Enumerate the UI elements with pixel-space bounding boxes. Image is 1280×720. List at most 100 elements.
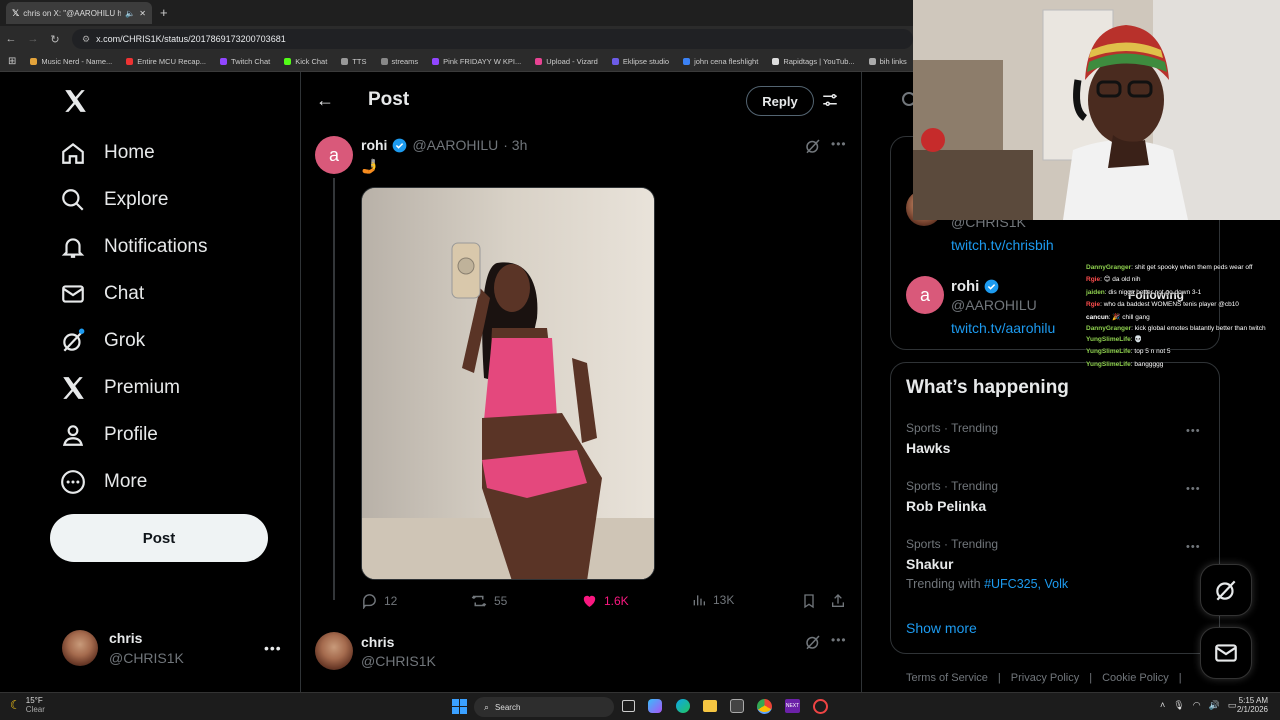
reply-more-icon[interactable]: ••• (831, 633, 847, 647)
person-name[interactable]: rohi (951, 278, 979, 295)
chrome-icon[interactable] (757, 699, 772, 714)
site-info-icon[interactable]: ⚙ (82, 34, 90, 45)
nav-profile[interactable]: Profile (60, 417, 158, 453)
bookmark-item[interactable]: streams (380, 57, 418, 66)
author-avatar[interactable]: a (315, 136, 353, 174)
reply-author-name[interactable]: chris (361, 634, 394, 650)
app-icon[interactable] (813, 699, 828, 714)
views-stat[interactable]: 13K (691, 592, 734, 608)
bookmark-item[interactable]: Rapidtags | YouTub... (772, 57, 855, 66)
address-bar[interactable]: ⚙ x.com/CHRIS1K/status/20178691732007036… (72, 29, 913, 49)
speaker-icon[interactable]: 🔈 (125, 9, 135, 18)
forward-icon[interactable]: → (22, 33, 44, 45)
copilot-icon[interactable] (648, 699, 662, 713)
wifi-icon[interactable]: ◠ (1193, 700, 1201, 711)
person-bio-link[interactable]: twitch.tv/aarohilu (951, 320, 1055, 336)
chevron-up-icon[interactable]: ˄ (1160, 700, 1165, 711)
trend-name[interactable]: Shakur (906, 556, 953, 572)
nav-premium[interactable]: Premium (60, 370, 180, 406)
trend-more-icon[interactable]: ••• (1186, 483, 1201, 495)
person-handle[interactable]: @AAROHILU (951, 297, 1037, 313)
app-icon[interactable]: NEXT (785, 699, 800, 713)
weather-widget[interactable]: ☾ 15°F Clear (10, 696, 45, 714)
bookmark-item[interactable]: Entire MCU Recap... (126, 57, 206, 66)
mail-icon (1215, 644, 1237, 662)
home-icon (62, 142, 84, 164)
avatar[interactable] (62, 630, 98, 666)
reply-author-handle[interactable]: @CHRIS1K (361, 653, 436, 669)
trend-more-icon[interactable]: ••• (1186, 425, 1201, 437)
nav-home[interactable]: Home (60, 135, 155, 171)
bookmark-item[interactable]: Kick Chat (284, 57, 327, 66)
cookie-link[interactable]: Cookie Policy (1102, 672, 1169, 684)
nav-more[interactable]: More (60, 464, 147, 500)
bookmark-item[interactable]: Music Nerd - Name... (30, 57, 112, 66)
like-stat[interactable]: 1.6K (581, 592, 629, 609)
weather-temp: 15°F (25, 696, 43, 705)
bookmark-item[interactable]: john cena fleshlight (683, 57, 758, 66)
new-tab-button[interactable]: + (160, 5, 168, 20)
task-view-icon[interactable] (622, 700, 635, 712)
system-tray[interactable]: ˄ 🎙 ◠ 🔊 ▭ (1160, 700, 1236, 711)
grok-icon[interactable] (804, 633, 822, 651)
person-bio-link[interactable]: twitch.tv/chrisbih (951, 237, 1054, 253)
privacy-link[interactable]: Privacy Policy (1011, 672, 1079, 684)
account-more-icon[interactable]: ••• (264, 640, 282, 656)
reload-icon[interactable]: ↻ (44, 33, 66, 46)
browser-tab[interactable]: 𝕏 chris on X: "@AAROHILU h 🔈 ✕ (6, 2, 152, 24)
bookmark-item[interactable]: bih links (868, 57, 907, 66)
post-button[interactable]: Post (50, 514, 268, 562)
reply-stat[interactable]: 12 (361, 592, 397, 609)
photo-figure (362, 188, 654, 579)
bell-icon (61, 238, 85, 258)
nav-notifications[interactable]: Notifications (60, 229, 208, 265)
nav-explore[interactable]: Explore (60, 182, 168, 218)
filter-sliders-icon[interactable] (821, 91, 839, 109)
post-time[interactable]: · 3h (503, 137, 527, 153)
x-logo-icon[interactable] (62, 88, 88, 114)
reply-avatar[interactable] (315, 632, 353, 670)
bookmark-item[interactable]: TTS (341, 57, 367, 66)
bookmark-item[interactable]: Eklipse studio (611, 57, 669, 66)
grok-fab[interactable] (1200, 564, 1252, 616)
edge-icon[interactable] (676, 699, 690, 713)
post-author-row: rohi @AAROHILU · 3h (361, 137, 527, 153)
messages-fab[interactable] (1200, 627, 1252, 679)
post-image[interactable] (361, 187, 655, 580)
mic-icon[interactable]: 🎙 (1173, 700, 1184, 711)
trend-name[interactable]: Hawks (906, 440, 950, 456)
grok-icon[interactable] (804, 137, 822, 155)
bookmark-item[interactable]: Upload - Vizard (535, 57, 598, 66)
back-icon[interactable]: ← (0, 33, 22, 45)
analytics-icon (693, 595, 705, 606)
file-explorer-icon[interactable] (703, 700, 717, 712)
bookmark-item[interactable]: Pink FRIDAYY W KPI... (432, 57, 521, 66)
volume-icon[interactable]: 🔊 (1209, 700, 1220, 711)
trending-with-links[interactable]: #UFC325, Volk (984, 577, 1068, 591)
share-icon[interactable] (830, 593, 846, 609)
person-avatar[interactable]: a (906, 276, 944, 314)
terms-link[interactable]: Terms of Service (906, 672, 988, 684)
trend-name[interactable]: Rob Pelinka (906, 498, 986, 514)
start-button[interactable] (452, 699, 467, 714)
nav-grok[interactable]: Grok (60, 323, 145, 359)
bookmark-icon[interactable] (801, 593, 817, 609)
nav-chat[interactable]: Chat (60, 276, 144, 312)
back-arrow-icon[interactable]: ← (316, 90, 334, 111)
trend-more-icon[interactable]: ••• (1186, 541, 1201, 553)
repost-stat[interactable]: 55 (470, 592, 507, 610)
store-icon[interactable] (730, 699, 744, 713)
heart-icon (583, 595, 596, 607)
clock[interactable]: 5:15 AM 2/1/2026 (1236, 696, 1268, 714)
bookmark-item[interactable]: Twitch Chat (220, 57, 270, 66)
taskbar-search[interactable]: ⌕ Search (474, 697, 614, 717)
reply-button[interactable]: Reply (746, 86, 814, 116)
show-more-link[interactable]: Show more (906, 620, 977, 636)
apps-grid-icon[interactable]: ⊞ (8, 56, 16, 67)
author-name[interactable]: rohi (361, 137, 387, 153)
tab-close-icon[interactable]: ✕ (139, 9, 146, 18)
author-handle[interactable]: @AAROHILU (412, 137, 498, 153)
post-more-icon[interactable]: ••• (831, 137, 847, 151)
browser-toolbar: ← → ↻ ⚙ x.com/CHRIS1K/status/20178691732… (0, 26, 913, 52)
chat-message: YungSlimeLife: 💀 (1086, 336, 1143, 344)
